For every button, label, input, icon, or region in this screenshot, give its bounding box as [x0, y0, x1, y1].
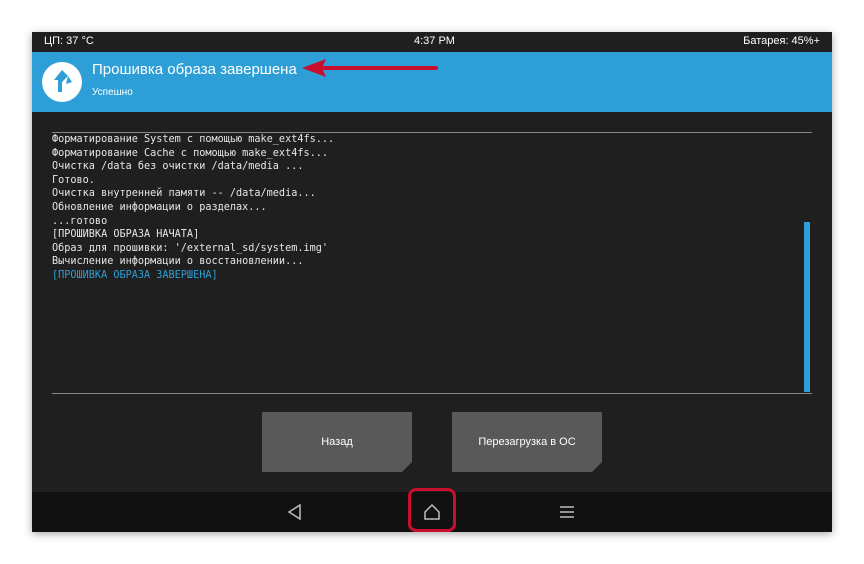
console-scrollbar[interactable]	[804, 222, 810, 392]
console-line: Форматирование Cache с помощью make_ext4…	[52, 147, 329, 159]
console-text: Форматирование System с помощью make_ext…	[52, 133, 334, 283]
twrp-logo-icon	[42, 62, 82, 102]
console-highlight-line: [ПРОШИВКА ОБРАЗА ЗАВЕРШЕНА]	[52, 269, 218, 281]
reboot-system-button[interactable]: Перезагрузка в ОС	[452, 412, 602, 472]
clock: 4:37 PM	[414, 35, 455, 47]
home-button-highlight-annotation	[408, 488, 456, 532]
console-line: Очистка внутренней памяти -- /data/media…	[52, 188, 316, 200]
console-line: Форматирование System с помощью make_ext…	[52, 134, 335, 145]
status-bar: ЦП: 37 °C 4:37 PM Батарея: 45%+	[32, 32, 832, 52]
cpu-temp: ЦП: 37 °C	[44, 35, 94, 47]
console-line: Обновление информации о разделах...	[52, 201, 267, 213]
console-line: Очистка /data без очистки /data/media ..…	[52, 161, 304, 173]
back-triangle-icon[interactable]	[280, 500, 310, 524]
back-button[interactable]: Назад	[262, 412, 412, 472]
menu-icon[interactable]	[552, 500, 582, 524]
page-subtitle: Успешно	[92, 87, 133, 98]
annotation-arrow-icon	[302, 59, 438, 77]
battery-level: Батарея: 45%+	[743, 35, 820, 47]
console-log: Форматирование System с помощью make_ext…	[52, 132, 812, 394]
console-line: ...готово	[52, 215, 108, 227]
console-line: Вычисление информации о восстановлении..…	[52, 256, 304, 268]
recovery-screen: ЦП: 37 °C 4:37 PM Батарея: 45%+ Прошивка…	[32, 32, 832, 532]
console-line: [ПРОШИВКА ОБРАЗА НАЧАТА]	[52, 229, 200, 241]
page-title: Прошивка образа завершена	[92, 61, 297, 78]
console-line: Готово.	[52, 174, 95, 186]
console-line: Образ для прошивки: '/external_sd/system…	[52, 242, 329, 254]
